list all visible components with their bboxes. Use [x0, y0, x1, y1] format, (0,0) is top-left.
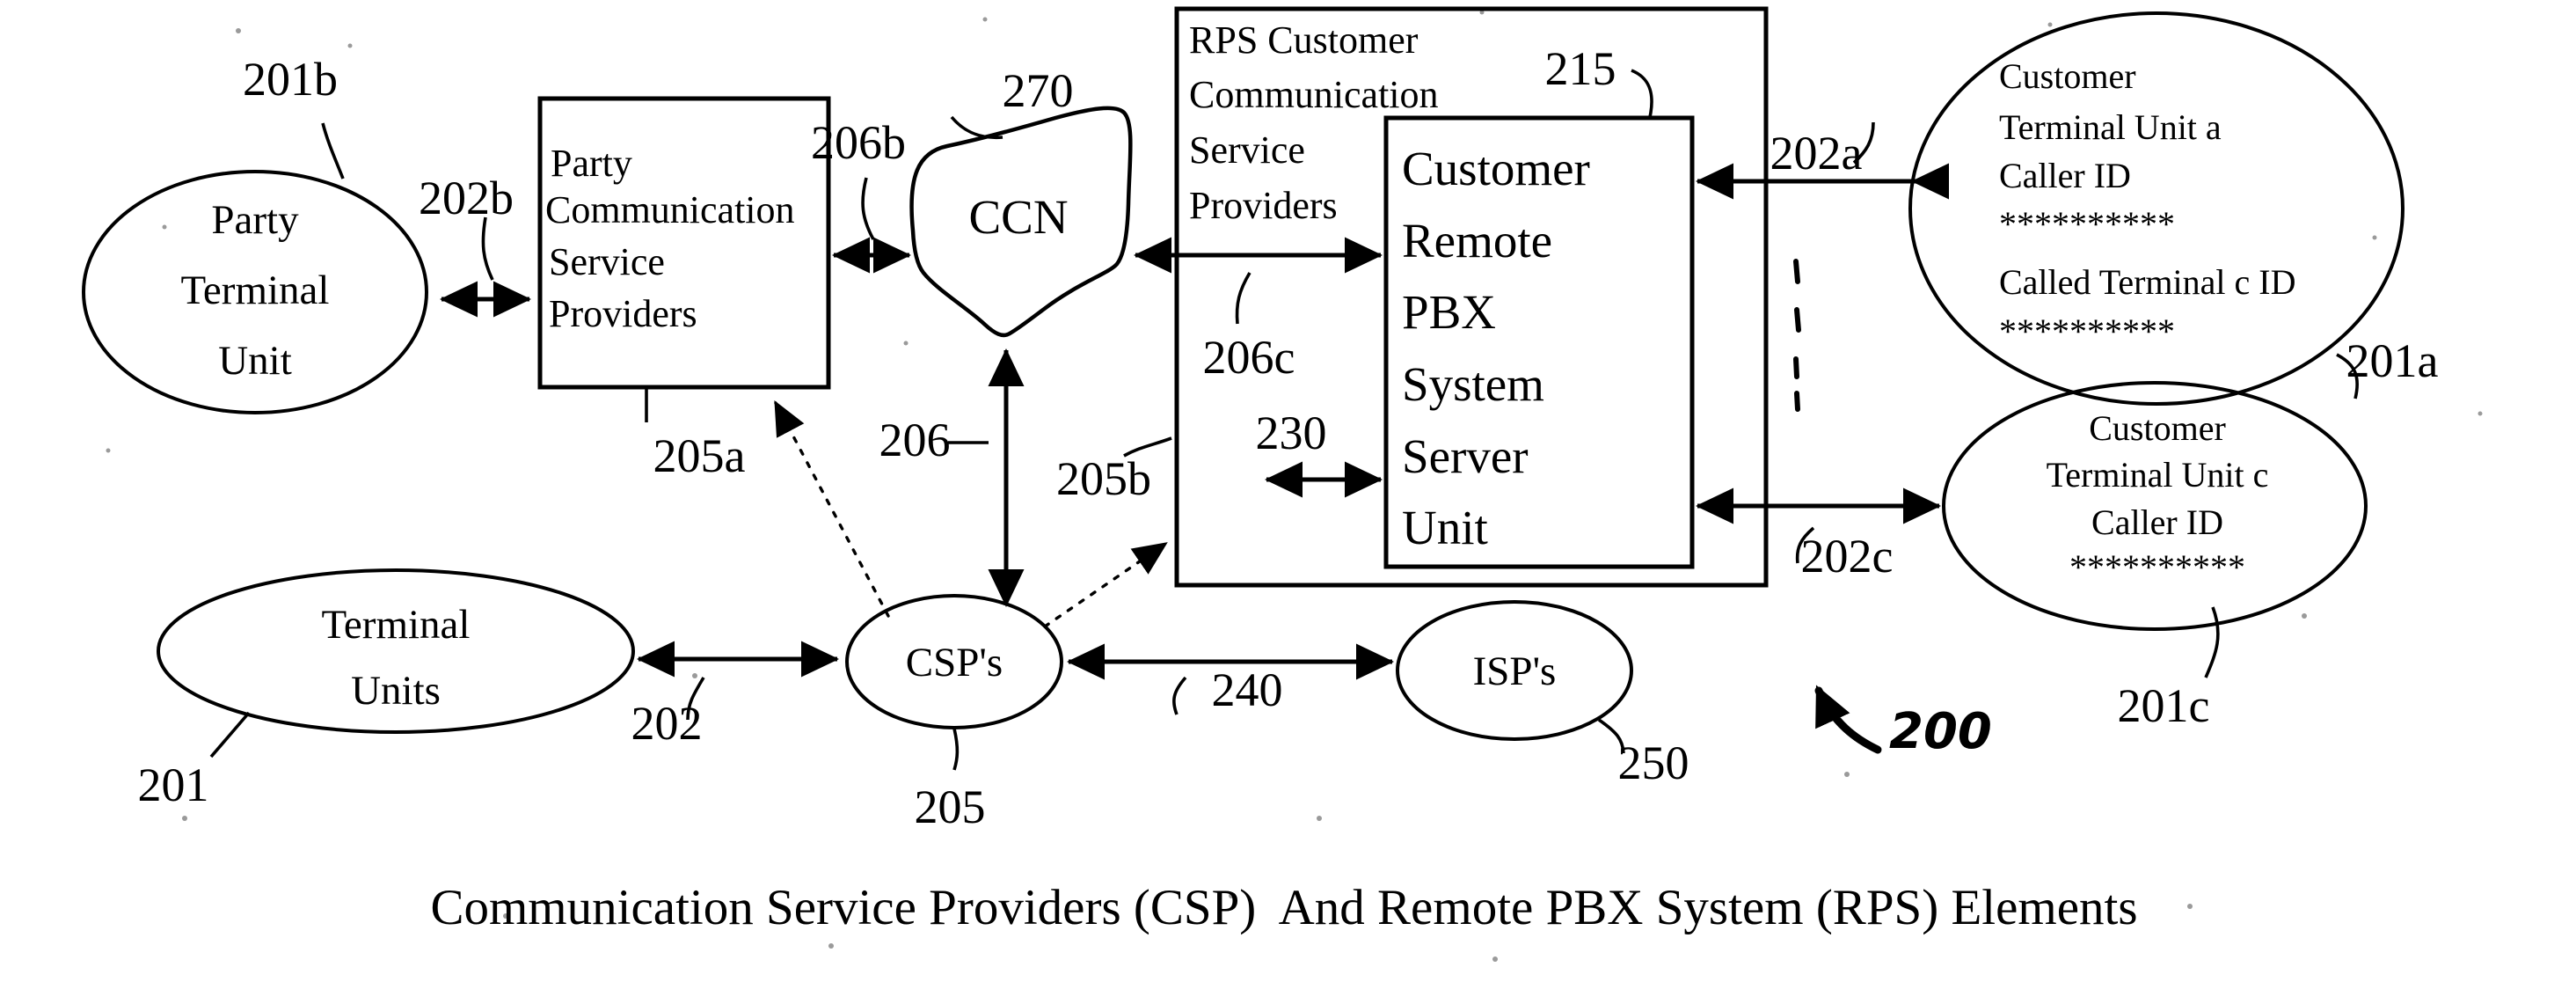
rps-outer-line-4: Providers: [1189, 184, 1338, 227]
unit-c-line-4: **********: [2069, 547, 2245, 587]
ccn-label: CCN: [968, 190, 1068, 244]
connector-230: 230: [1256, 407, 1383, 498]
pbx-line-4: System: [1402, 357, 1544, 411]
pbx-line-6: Unit: [1402, 501, 1488, 554]
unit-a-line-4: **********: [1999, 204, 2175, 244]
connector-202c: 202c: [1695, 487, 1942, 583]
ref-215-leader: 215: [1545, 42, 1653, 118]
pbx-line-5: Server: [1402, 429, 1529, 483]
ref-label-201a: 201a: [2346, 334, 2439, 387]
connector-206: 206: [879, 348, 1025, 608]
diagram-canvas: Party Terminal Unit 201b Party Communica…: [82, 6, 2483, 962]
ref-201b-leader: 201b: [243, 53, 345, 180]
party-csp-box-line-3: Service: [549, 240, 665, 283]
node-party-terminal-unit[interactable]: Party Terminal Unit: [82, 170, 428, 414]
terminal-units-line-1: Terminal: [322, 602, 471, 648]
connector-205a: [774, 399, 890, 618]
ref-label-202: 202: [631, 697, 703, 750]
ref-label-206: 206: [879, 414, 951, 466]
ref-205a-leader: 205a: [645, 388, 746, 482]
pbx-line-2: Remote: [1402, 214, 1552, 267]
unit-c-line-1: Customer: [2089, 408, 2226, 448]
vertical-ellipsis: [1793, 259, 1801, 412]
node-terminal-units[interactable]: Terminal Units: [157, 568, 635, 734]
ref-label-202a: 202a: [1770, 127, 1863, 180]
party-csp-box-line-4: Providers: [549, 292, 697, 335]
node-customer-terminal-unit-a[interactable]: Customer Terminal Unit a Caller ID *****…: [1908, 11, 2405, 406]
unit-a-line-6: **********: [1999, 311, 2175, 351]
ref-label-250: 250: [1618, 736, 1689, 789]
ref-label-205b: 205b: [1056, 452, 1151, 505]
pbx-line-1: Customer: [1402, 142, 1590, 195]
csps-label: CSP's: [906, 640, 1003, 685]
node-ccn-cloud[interactable]: CCN: [909, 106, 1133, 338]
connector-240: 240: [1066, 643, 1395, 716]
ref-label-270: 270: [1003, 64, 1074, 117]
ref-label-202c: 202c: [1801, 530, 1894, 583]
party-terminal-unit-line-1: Party: [211, 197, 299, 243]
connector-202: 202: [631, 641, 840, 750]
ref-201-leader: 201: [138, 711, 251, 811]
party-csp-box-line-2: Communication: [545, 188, 795, 231]
rps-outer-line-1: RPS Customer: [1189, 18, 1419, 62]
connector-205b: 205b: [1043, 436, 1172, 628]
ref-label-206c: 206c: [1203, 331, 1295, 384]
ref-label-240: 240: [1212, 663, 1283, 716]
connector-202a: 202a: [1695, 121, 1949, 200]
ref-label-201c: 201c: [2118, 679, 2210, 732]
unit-a-line-1: Customer: [1999, 56, 2136, 96]
connector-202b: 202b: [419, 172, 532, 318]
figure-caption: Communication Service Providers (CSP) An…: [430, 880, 2137, 935]
ref-label-206b: 206b: [811, 116, 906, 169]
party-terminal-unit-line-2: Terminal: [181, 267, 330, 313]
connector-206c: 206c: [1133, 237, 1383, 384]
ref-label-201: 201: [138, 758, 209, 811]
ref-label-201b: 201b: [243, 53, 338, 106]
patent-figure: Party Terminal Unit 201b Party Communica…: [0, 0, 2576, 982]
party-csp-box-line-1: Party: [551, 142, 632, 185]
unit-c-line-2: Terminal Unit c: [2047, 455, 2269, 495]
unit-c-line-3: Caller ID: [2091, 502, 2223, 542]
ref-250-leader: 250: [1597, 718, 1689, 789]
ref-label-202b: 202b: [419, 172, 514, 224]
ref-label-205: 205: [915, 780, 986, 833]
handwritten-ref-200: 200: [1814, 685, 1992, 760]
unit-a-line-3: Caller ID: [1999, 156, 2131, 195]
unit-a-line-5: Called Terminal c ID: [1999, 262, 2295, 302]
connector-206b: 206b: [811, 116, 912, 274]
node-isps[interactable]: ISP's: [1396, 600, 1633, 741]
node-customer-terminal-unit-c[interactable]: Customer Terminal Unit c Caller ID *****…: [1942, 381, 2368, 631]
node-party-csp-box[interactable]: Party Communication Service Providers: [537, 96, 831, 390]
node-csps[interactable]: CSP's: [845, 594, 1063, 729]
rps-outer-line-3: Service: [1189, 128, 1305, 172]
ref-270-leader: 270: [950, 64, 1074, 140]
node-customer-remote-pbx[interactable]: Customer Remote PBX System Server Unit: [1383, 115, 1695, 569]
handwritten-200-label: 200: [1889, 703, 1992, 760]
party-terminal-unit-line-3: Unit: [218, 338, 292, 384]
pbx-line-3: PBX: [1402, 285, 1496, 339]
unit-a-line-2: Terminal Unit a: [1999, 107, 2222, 147]
ref-205-leader: 205: [915, 728, 986, 833]
rps-outer-line-2: Communication: [1189, 73, 1439, 116]
ref-label-215: 215: [1545, 42, 1616, 95]
ref-label-205a: 205a: [653, 429, 746, 482]
ref-label-230: 230: [1256, 407, 1327, 459]
ref-201a-leader: 201a: [2336, 334, 2439, 399]
terminal-units-line-2: Units: [351, 668, 441, 714]
isps-label: ISP's: [1473, 649, 1557, 694]
